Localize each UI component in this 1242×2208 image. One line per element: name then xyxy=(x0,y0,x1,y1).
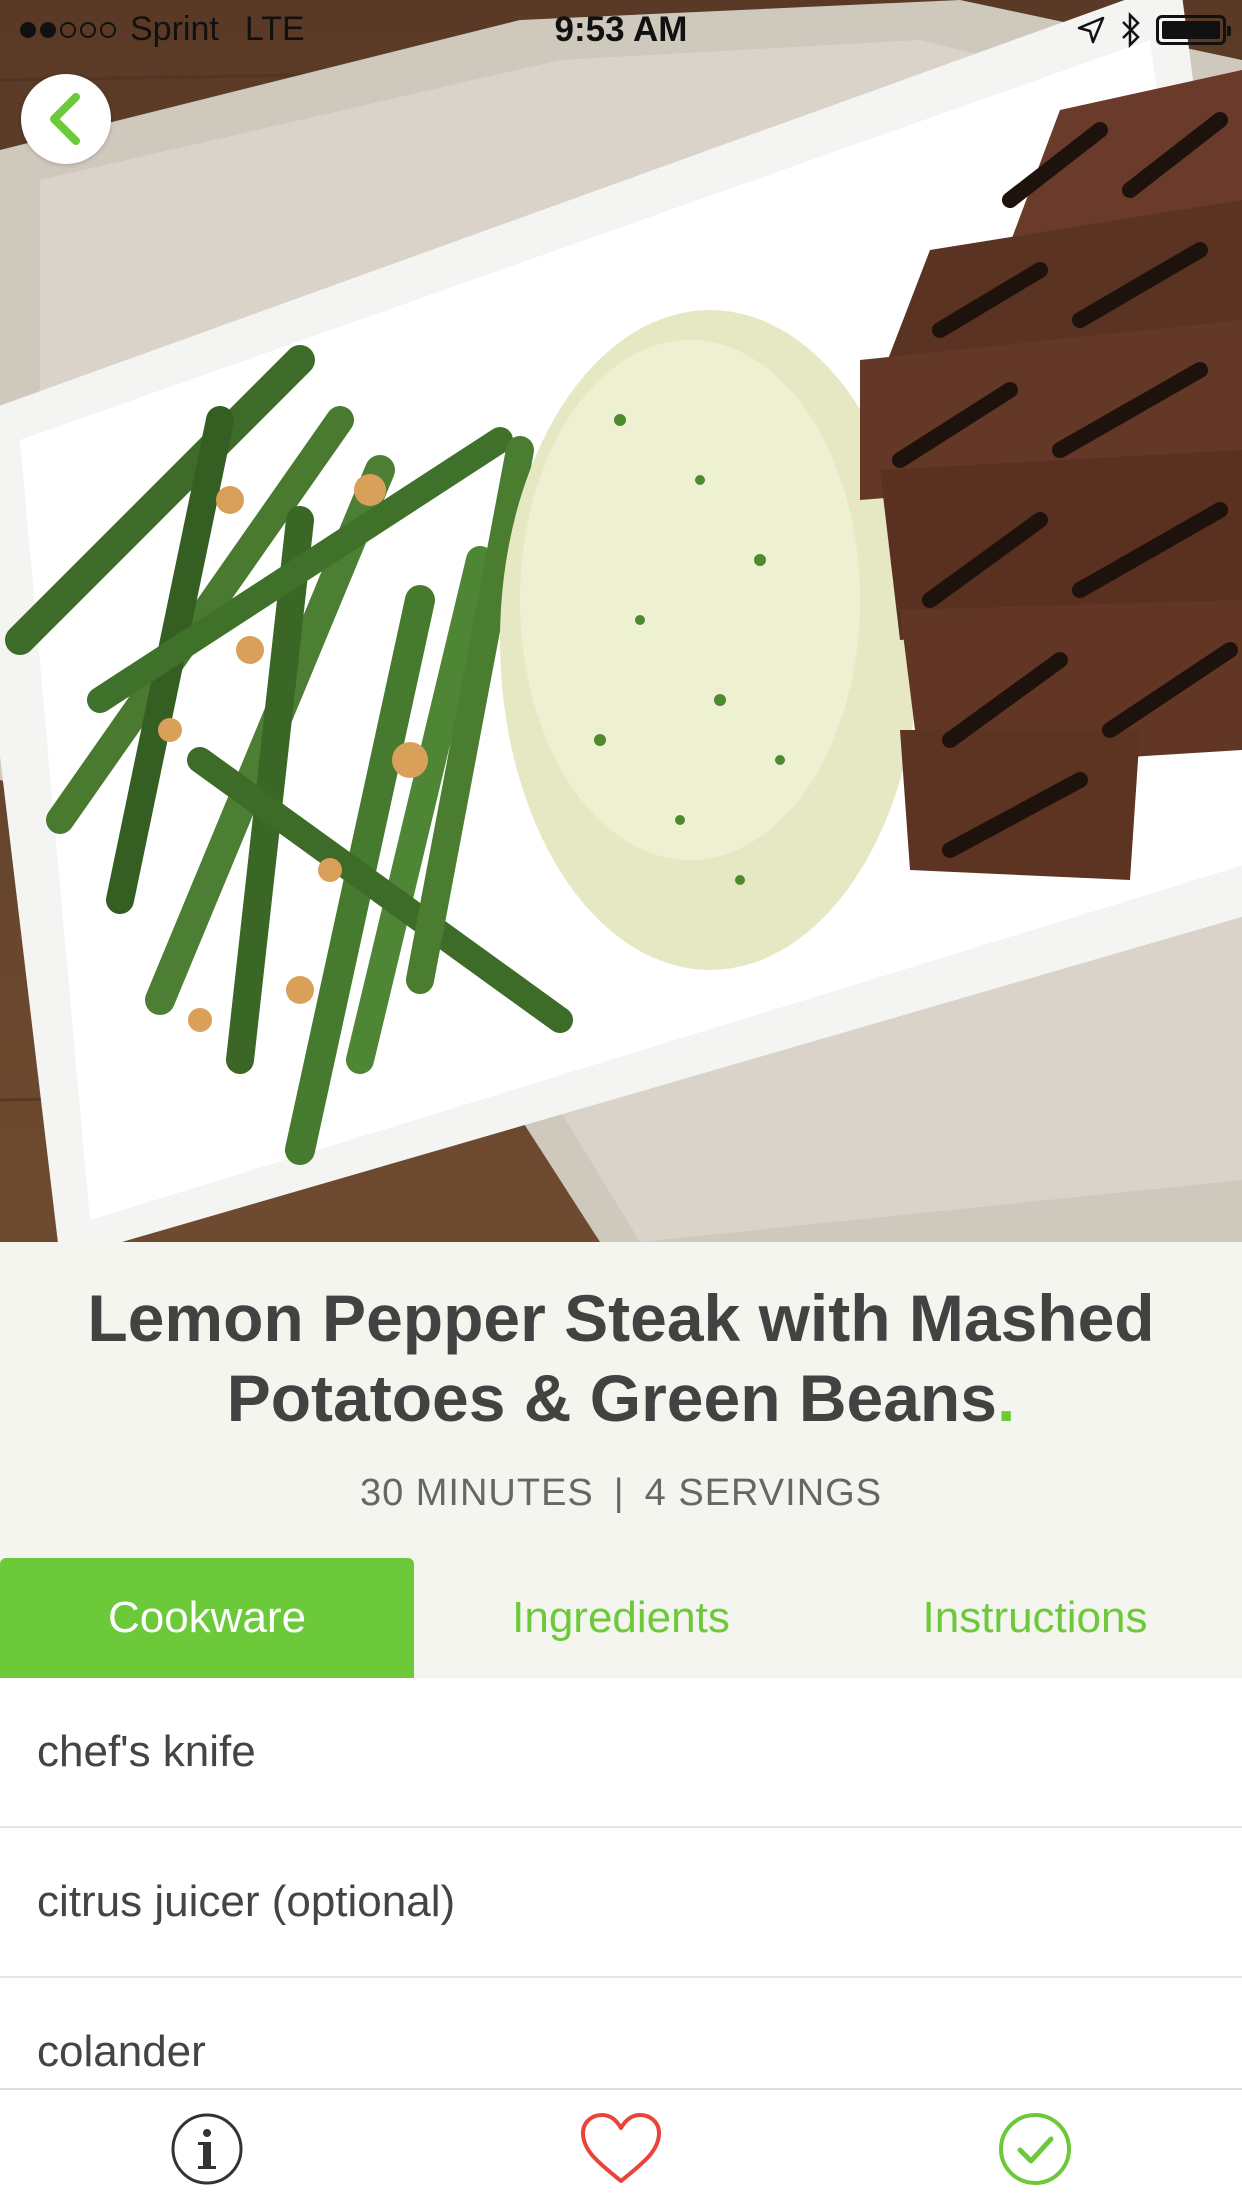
list-item: citrus juicer (optional) xyxy=(0,1828,1242,1978)
tab-instructions[interactable]: Instructions xyxy=(828,1558,1242,1678)
info-button[interactable] xyxy=(0,2090,414,2208)
list-item: chef's knife xyxy=(0,1678,1242,1828)
battery-icon xyxy=(1156,15,1231,45)
favorite-button[interactable] xyxy=(414,2090,828,2208)
tab-cookware[interactable]: Cookware xyxy=(0,1558,414,1678)
back-button[interactable] xyxy=(21,74,111,164)
status-bar: Sprint LTE 9:53 AM xyxy=(0,0,1242,60)
status-right xyxy=(1076,12,1231,48)
check-circle-icon xyxy=(999,2113,1071,2185)
title-accent-dot: . xyxy=(996,1361,1016,1435)
location-arrow-icon xyxy=(1077,16,1105,44)
meta-separator: | xyxy=(613,1472,625,1514)
status-time: 9:53 AM xyxy=(554,10,688,49)
recipe-title-text: Lemon Pepper Steak with Mashed Potatoes … xyxy=(87,1281,1155,1435)
battery-level xyxy=(1162,21,1220,39)
recipe-photo xyxy=(0,0,1242,1242)
chevron-left-icon xyxy=(50,93,80,145)
recipe-title: Lemon Pepper Steak with Mashed Potatoes … xyxy=(20,1278,1222,1438)
bluetooth-icon xyxy=(1122,12,1140,48)
bottom-toolbar xyxy=(0,2088,1242,2208)
recipe-servings: 4 SERVINGS xyxy=(644,1472,883,1514)
cookware-list[interactable]: chef's knife citrus juicer (optional) co… xyxy=(0,1678,1242,2090)
recipe-header: Lemon Pepper Steak with Mashed Potatoes … xyxy=(0,1242,1242,1558)
recipe-tabs: Cookware Ingredients Instructions xyxy=(0,1558,1242,1678)
recipe-meta: 30 MINUTES | 4 SERVINGS xyxy=(0,1472,1242,1515)
mark-cooked-button[interactable] xyxy=(828,2090,1242,2208)
recipe-time: 30 MINUTES xyxy=(359,1472,594,1514)
info-icon xyxy=(171,2113,243,2185)
heart-icon xyxy=(581,2113,661,2183)
tab-ingredients[interactable]: Ingredients xyxy=(414,1558,828,1678)
list-item: colander xyxy=(0,1978,1242,2090)
